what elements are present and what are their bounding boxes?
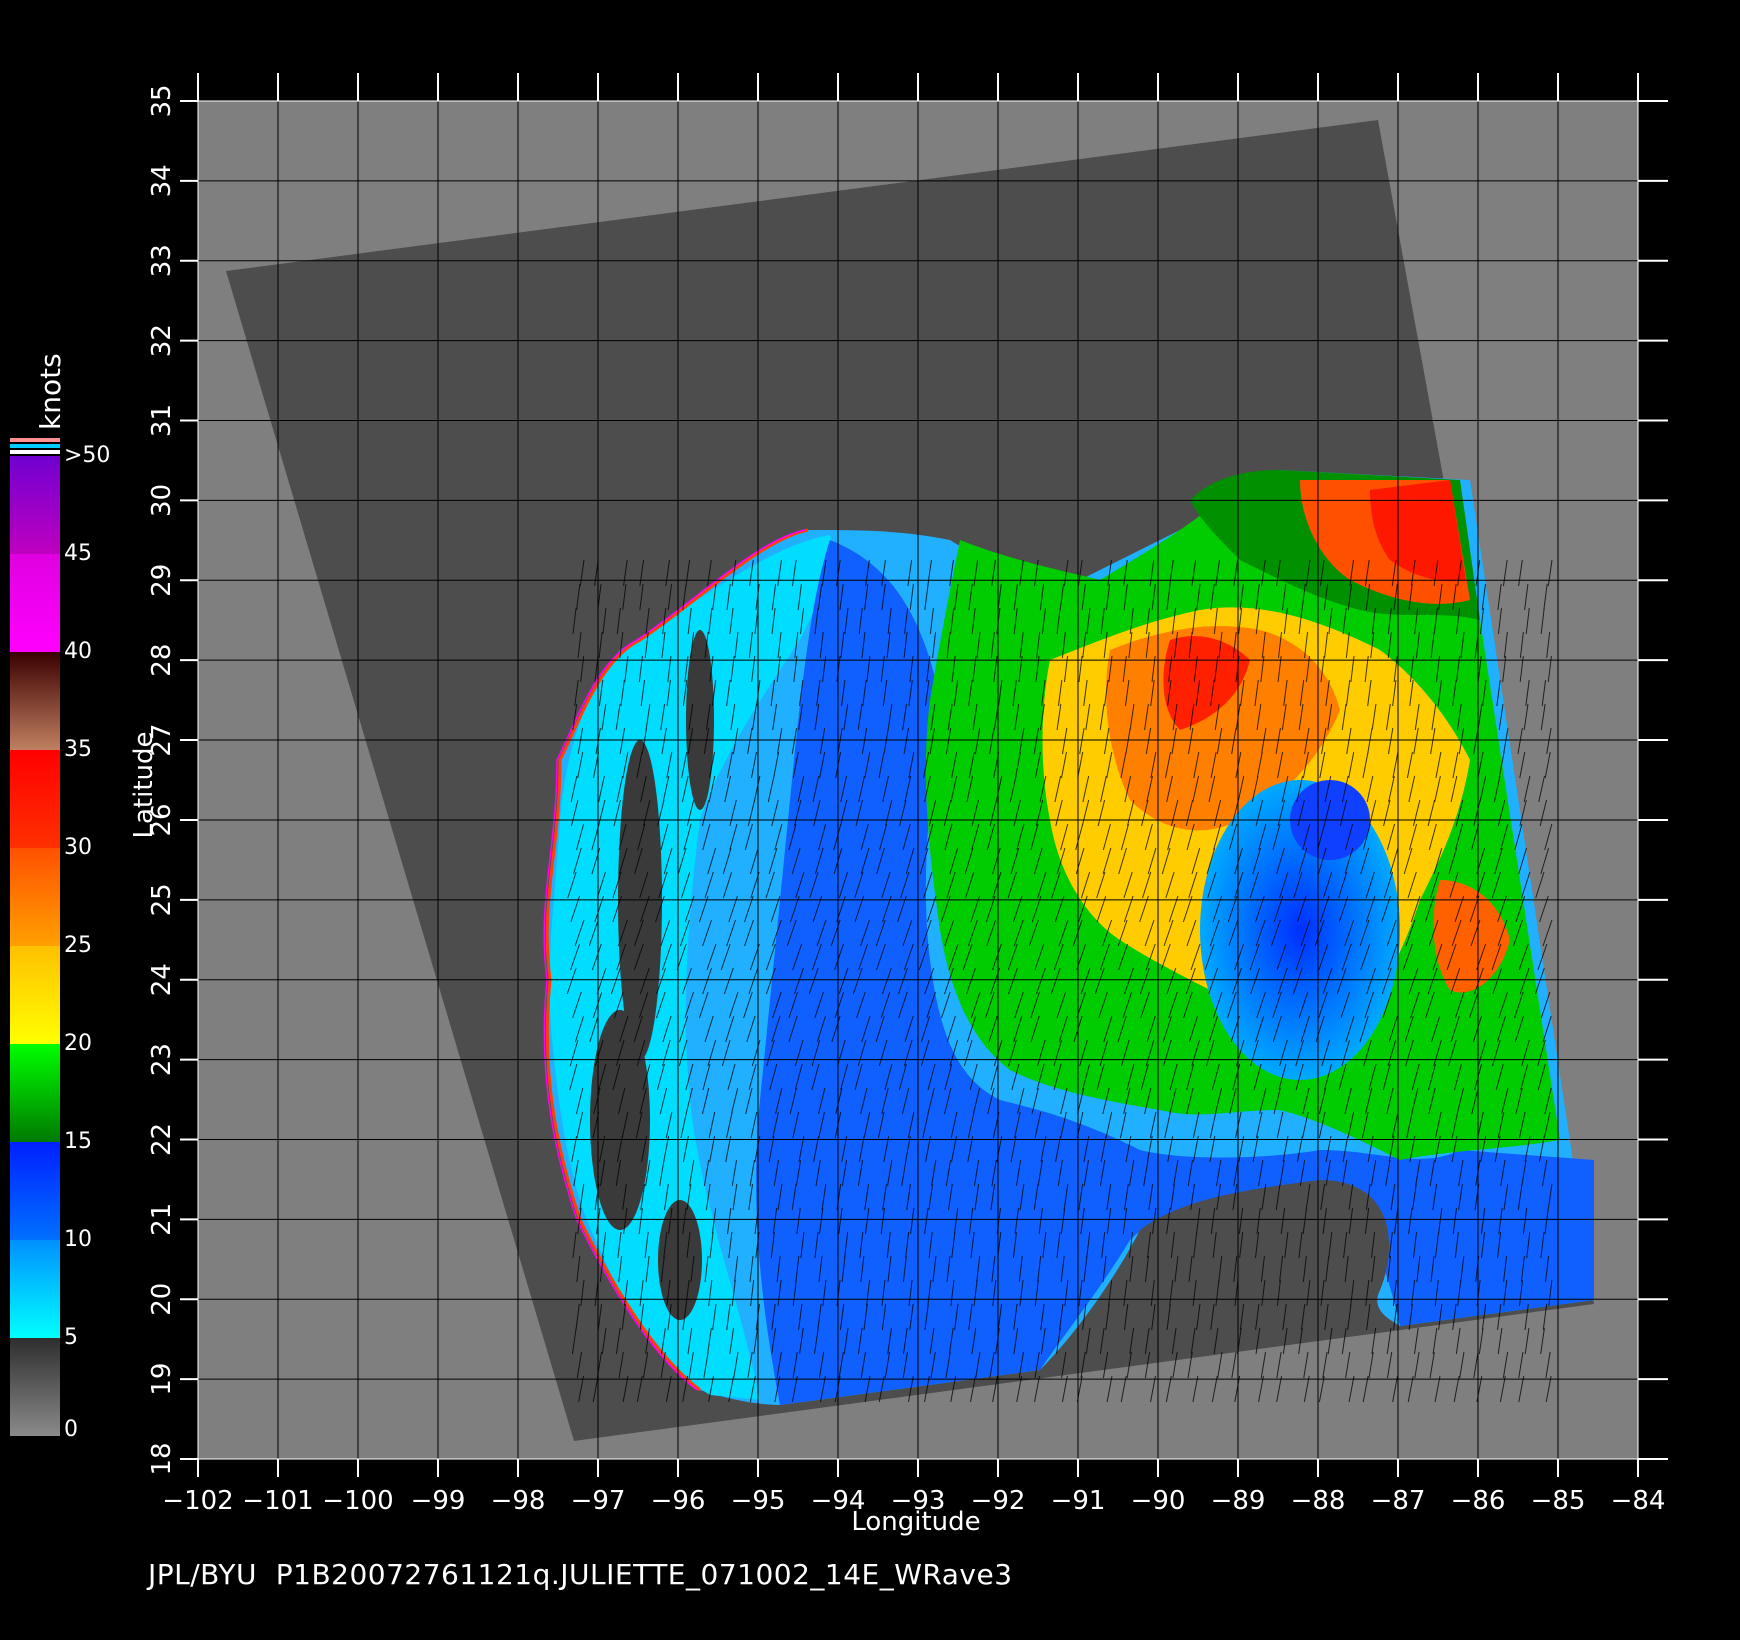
colorbar-band <box>10 652 60 750</box>
colorbar-tick-label: >50 <box>64 443 110 468</box>
lat-tick-label: 30 <box>147 484 177 517</box>
lon-tick-label: −100 <box>322 1486 393 1516</box>
lat-tick-label: 21 <box>147 1203 177 1236</box>
lat-tick-label: 18 <box>147 1442 177 1475</box>
colorbar-tick-label: 20 <box>64 1031 92 1056</box>
colorbar-overflow <box>10 438 60 442</box>
lon-tick-label: −95 <box>731 1486 786 1516</box>
colorbar-tick-label: 25 <box>64 933 92 958</box>
colorbar-tick-label: 5 <box>64 1325 78 1350</box>
colorbar-tick-label: 45 <box>64 541 92 566</box>
lon-tick-label: −85 <box>1531 1486 1586 1516</box>
colorbar-band <box>10 1142 60 1240</box>
lat-tick-label: 33 <box>147 244 177 277</box>
colorbar-overflow <box>10 450 60 454</box>
colorbar-tick-label: 15 <box>64 1129 92 1154</box>
colorbar-band <box>10 750 60 848</box>
colorbar-overflow <box>10 444 60 448</box>
lat-tick-label: 24 <box>147 963 177 996</box>
colorbar-band <box>10 848 60 946</box>
colorbar-tick-label: 10 <box>64 1227 92 1252</box>
colorbar-tick-label: 40 <box>64 639 92 664</box>
lon-tick-label: −96 <box>651 1486 706 1516</box>
lon-tick-label: −98 <box>491 1486 546 1516</box>
colorbar-band <box>10 946 60 1044</box>
lat-tick-label: 31 <box>147 404 177 437</box>
lon-tick-label: −84 <box>1611 1486 1666 1516</box>
x-axis-label: Longitude <box>851 1507 980 1537</box>
colorbar-band <box>10 1338 60 1436</box>
lat-tick-label: 32 <box>147 324 177 357</box>
lat-tick-label: 22 <box>147 1123 177 1156</box>
lat-tick-label: 23 <box>147 1043 177 1076</box>
colorbar-tick-label: 30 <box>64 835 92 860</box>
lat-tick-label: 20 <box>147 1283 177 1316</box>
lat-tick-label: 19 <box>147 1363 177 1396</box>
colorbar-unit-label: knots <box>34 353 67 430</box>
y-axis-label: Latitude <box>129 731 159 838</box>
lon-tick-label: −90 <box>1131 1486 1186 1516</box>
colorbar-tick-label: 0 <box>64 1417 78 1442</box>
lon-tick-label: −101 <box>242 1486 313 1516</box>
lat-tick-label: 28 <box>147 644 177 677</box>
colorbar-band <box>10 1044 60 1142</box>
wind-speed-field <box>543 470 1595 1405</box>
lat-tick-label: 35 <box>147 84 177 117</box>
lon-tick-label: −99 <box>411 1486 466 1516</box>
lat-tick-label: 34 <box>147 164 177 197</box>
figure-caption: JPL/BYU P1B20072761121q.JULIETTE_071002_… <box>148 1558 1013 1591</box>
lon-tick-label: −86 <box>1451 1486 1506 1516</box>
lon-tick-label: −97 <box>571 1486 626 1516</box>
lon-tick-label: −102 <box>162 1486 233 1516</box>
lon-tick-label: −88 <box>1291 1486 1346 1516</box>
lon-tick-label: −91 <box>1051 1486 1106 1516</box>
colorbar-tick-label: 35 <box>64 737 92 762</box>
colorbar-band <box>10 554 60 652</box>
lon-tick-label: −89 <box>1211 1486 1266 1516</box>
wind-map-figure: −102 −101 −100 −99 −98 −97 −96 −95 −94 −93 −92 −91−… <box>0 0 1740 1640</box>
lat-tick-label: 29 <box>147 564 177 597</box>
lon-tick-label: −87 <box>1371 1486 1426 1516</box>
colorbar-band <box>10 456 60 554</box>
colorbar-band <box>10 1240 60 1338</box>
lat-tick-label: 25 <box>147 883 177 916</box>
